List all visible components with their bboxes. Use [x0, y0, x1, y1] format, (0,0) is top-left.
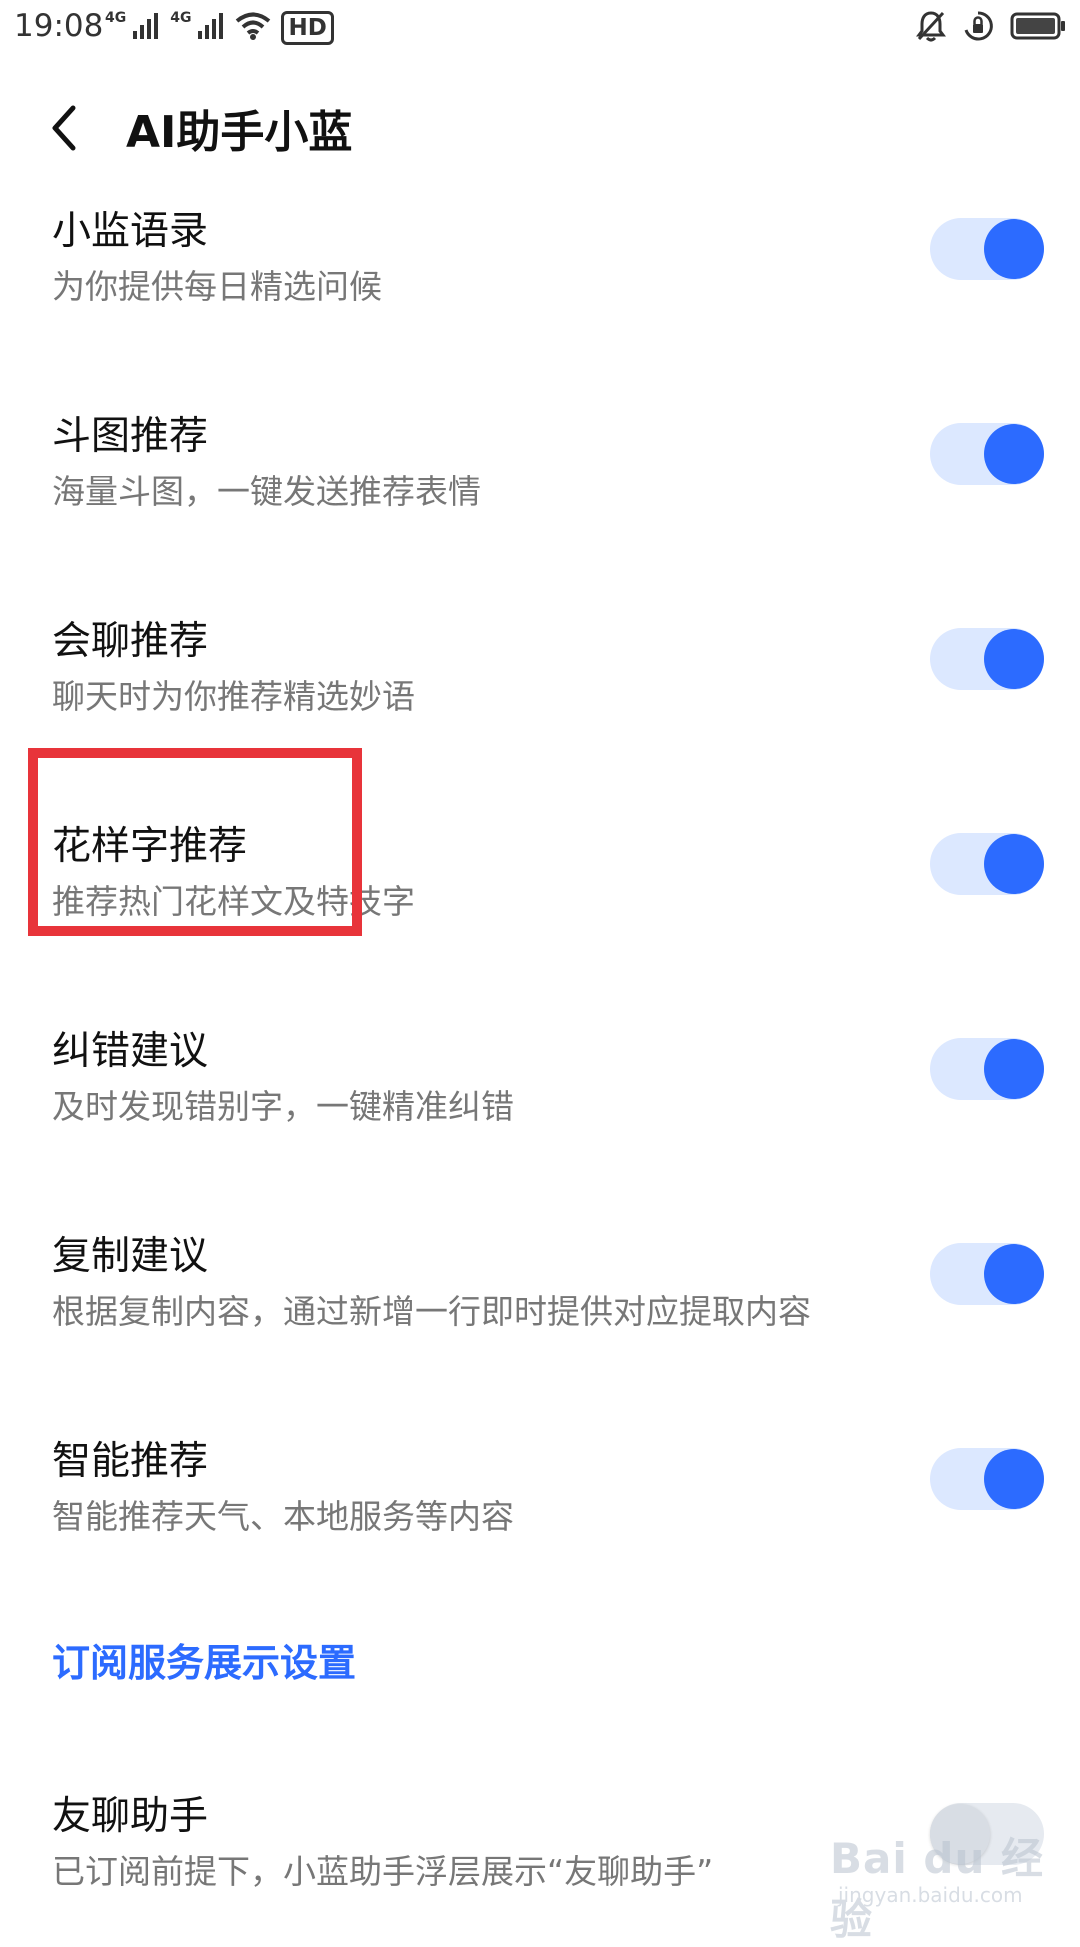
- page-title: AI助手小蓝: [126, 107, 353, 158]
- network-label-2: 4G: [170, 10, 192, 26]
- setting-title: 花样字推荐: [52, 824, 248, 869]
- setting-title: 纠错建议: [52, 1029, 209, 1074]
- setting-row-chat-assistant: 友聊助手 已订阅前提下，小蓝助手浮层展示“友聊助手”: [0, 1785, 1080, 1935]
- toggle-switch[interactable]: [930, 833, 1044, 895]
- setting-description: 海量斗图，一键发送推荐表情: [52, 472, 481, 511]
- status-bar: 19:08 4G 4G HD: [0, 0, 1080, 56]
- setting-description: 已订阅前提下，小蓝助手浮层展示“友聊助手”: [52, 1852, 714, 1891]
- wifi-icon: [235, 12, 271, 44]
- toggle-switch[interactable]: [930, 1038, 1044, 1100]
- battery-icon: [1010, 11, 1066, 45]
- signal-icon: [132, 12, 160, 44]
- setting-row-sticker-recommend: 斗图推荐 海量斗图，一键发送推荐表情: [0, 405, 1080, 555]
- setting-description: 为你提供每日精选问候: [52, 267, 382, 306]
- toggle-switch[interactable]: [930, 1243, 1044, 1305]
- toggle-knob: [984, 424, 1044, 484]
- setting-title: 小监语录: [52, 209, 209, 254]
- setting-row-copy-suggestion: 复制建议 根据复制内容，通过新增一行即时提供对应提取内容: [0, 1225, 1080, 1375]
- subscription-settings-link[interactable]: 订阅服务展示设置: [52, 1632, 356, 1687]
- signal-icon: [197, 12, 225, 44]
- setting-description: 及时发现错别字，一键精准纠错: [52, 1087, 514, 1126]
- status-time: 19:08: [14, 8, 104, 44]
- chevron-left-icon: [49, 104, 79, 156]
- toggle-switch[interactable]: [930, 218, 1044, 280]
- setting-title: 会聊推荐: [52, 619, 209, 664]
- setting-description: 推荐热门花样文及特技字: [52, 882, 415, 921]
- setting-title: 友聊助手: [52, 1794, 209, 1839]
- setting-description: 聊天时为你推荐精选妙语: [52, 677, 415, 716]
- setting-row-daily-quotes: 小监语录 为你提供每日精选问候: [0, 200, 1080, 350]
- status-left-icons: 4G 4G HD: [105, 10, 334, 46]
- setting-row-smart-recommend: 智能推荐 智能推荐天气、本地服务等内容: [0, 1430, 1080, 1580]
- toggle-knob: [984, 629, 1044, 689]
- setting-row-fancy-text: 花样字推荐 推荐热门花样文及特技字: [0, 815, 1080, 965]
- setting-row-spell-correction: 纠错建议 及时发现错别字，一键精准纠错: [0, 1020, 1080, 1170]
- header: AI助手小蓝: [0, 90, 1080, 170]
- toggle-knob: [984, 219, 1044, 279]
- status-right-icons: [916, 10, 1066, 46]
- hd-icon: HD: [281, 11, 334, 45]
- setting-title: 智能推荐: [52, 1439, 209, 1484]
- toggle-knob: [984, 1244, 1044, 1304]
- setting-title: 复制建议: [52, 1234, 209, 1279]
- toggle-switch[interactable]: [930, 1448, 1044, 1510]
- toggle-switch[interactable]: [930, 628, 1044, 690]
- setting-row-chat-recommend: 会聊推荐 聊天时为你推荐精选妙语: [0, 610, 1080, 760]
- mute-bell-icon: [916, 10, 946, 46]
- back-button[interactable]: [44, 102, 84, 158]
- toggle-knob: [984, 1039, 1044, 1099]
- network-label-1: 4G: [105, 10, 127, 26]
- setting-description: 根据复制内容，通过新增一行即时提供对应提取内容: [52, 1292, 811, 1331]
- rotation-lock-icon: [962, 10, 994, 46]
- setting-title: 斗图推荐: [52, 414, 209, 459]
- toggle-knob: [984, 1449, 1044, 1509]
- toggle-knob: [984, 834, 1044, 894]
- toggle-switch[interactable]: [930, 1803, 1044, 1865]
- toggle-switch[interactable]: [930, 423, 1044, 485]
- setting-description: 智能推荐天气、本地服务等内容: [52, 1497, 514, 1536]
- toggle-knob: [930, 1804, 990, 1864]
